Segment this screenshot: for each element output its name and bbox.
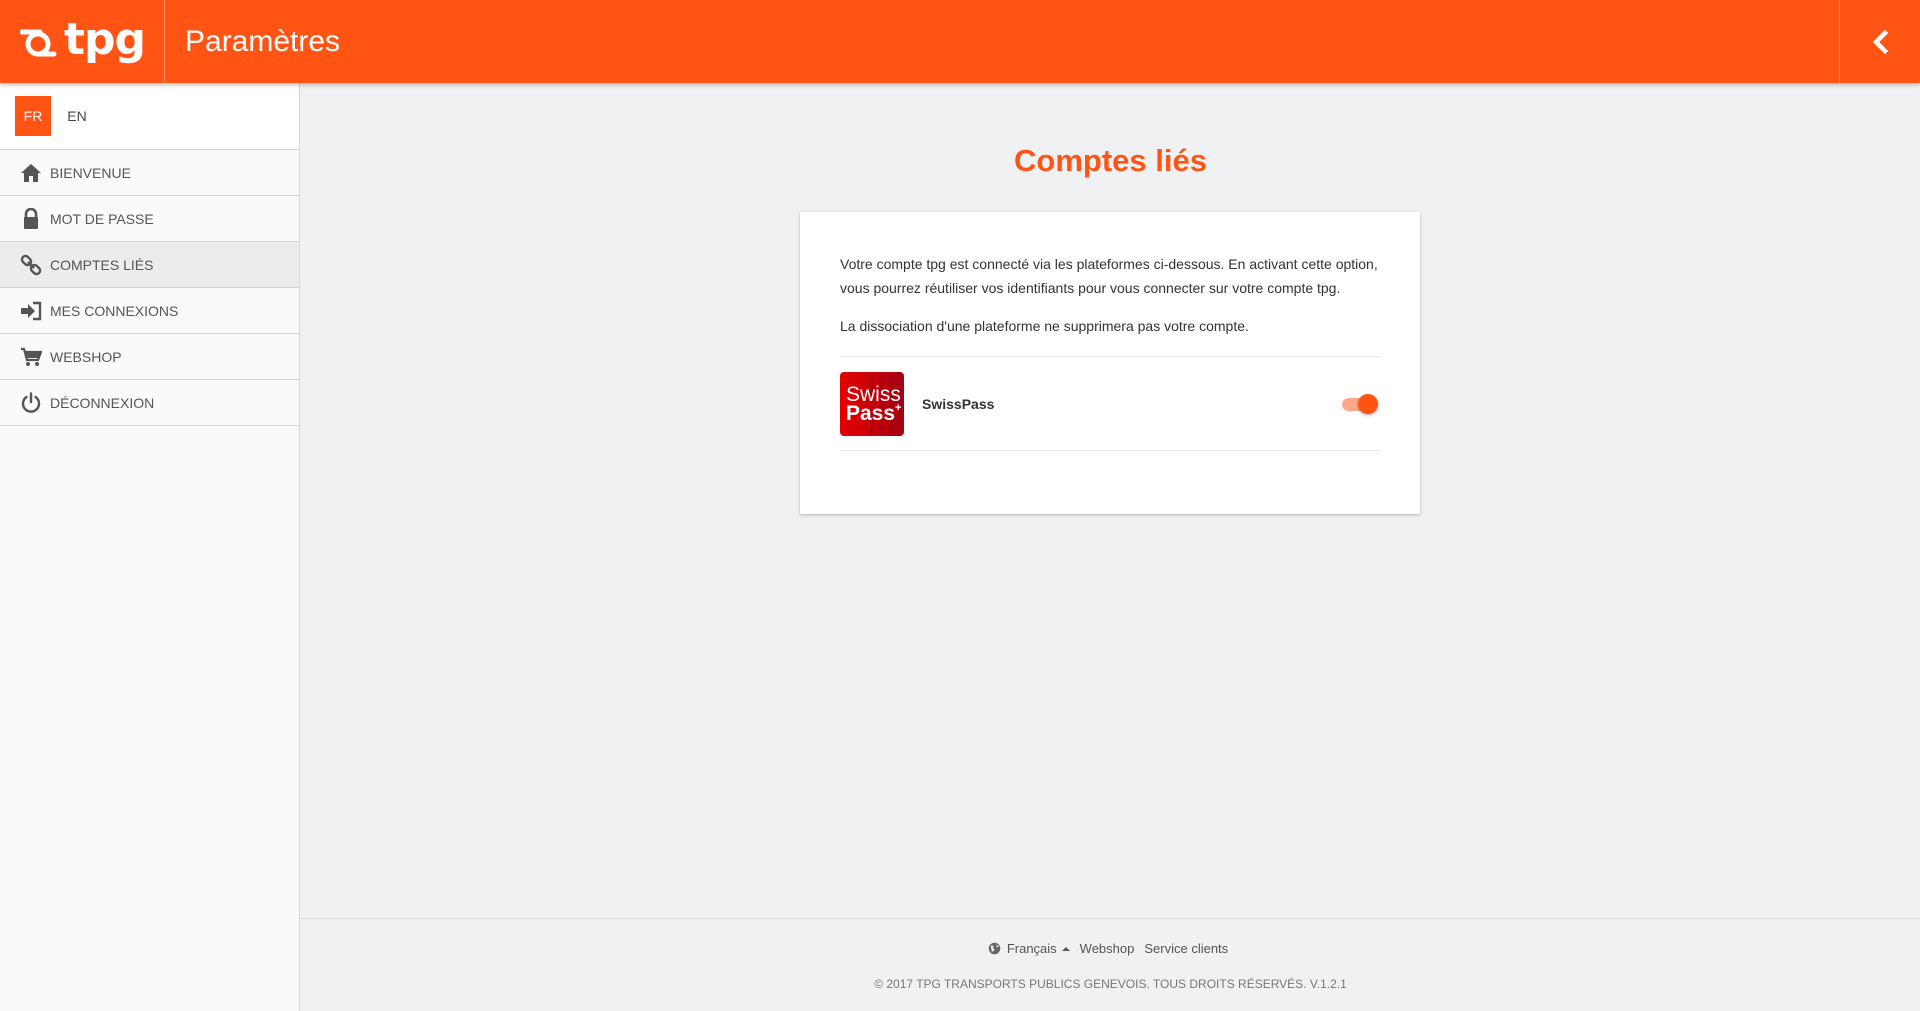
footer-link-service-clients[interactable]: Service clients (1144, 941, 1228, 956)
footer: Français Webshop Service clients © 2017 … (301, 918, 1920, 1011)
home-icon (20, 162, 42, 184)
footer-language-select[interactable]: Français (988, 941, 1070, 956)
power-icon (20, 391, 42, 414)
sidebar-item-label: BIENVENUE (50, 164, 131, 181)
sidebar-item-bienvenue[interactable]: BIENVENUE (0, 150, 299, 196)
globe-icon (988, 942, 1001, 955)
main-content: Comptes liés Votre compte tpg est connec… (301, 83, 1920, 918)
language-switcher: FR EN (0, 83, 299, 150)
swisspass-logo: Swiss Pass+ (840, 371, 904, 436)
sidebar-item-webshop[interactable]: WEBSHOP (0, 334, 299, 380)
account-name: SwissPass (922, 395, 995, 412)
sidebar-item-label: MOT DE PASSE (50, 210, 154, 227)
note-text: La dissociation d'une plateforme ne supp… (840, 318, 1249, 334)
lock-icon (20, 207, 42, 230)
sidebar-item-mes-connexions[interactable]: MES CONNEXIONS (0, 288, 299, 334)
sidebar-item-label: DÉCONNEXION (50, 394, 155, 411)
sidebar: FR EN BIENVENUE MOT DE PASSE COMPTES LIÉ… (0, 83, 300, 1011)
chevron-left-icon (1872, 29, 1889, 54)
tpg-logo-mark-icon (20, 29, 57, 56)
swisspass-logo-line2: Pass+ (846, 401, 902, 425)
language-fr[interactable]: FR (15, 96, 51, 136)
page-title: Paramètres (185, 24, 341, 58)
top-bar: tpg Paramètres (0, 0, 1920, 83)
back-button[interactable] (1839, 0, 1920, 83)
sidebar-item-label: MES CONNEXIONS (50, 302, 179, 319)
tpg-logo[interactable]: tpg (0, 0, 165, 83)
sidebar-item-deconnexion[interactable]: DÉCONNEXION (0, 380, 299, 426)
footer-links: Français Webshop Service clients (301, 941, 1920, 956)
linked-account-row: Swiss Pass+ SwissPass (840, 357, 1380, 451)
link-icon (20, 254, 42, 276)
caret-up-icon (1061, 946, 1070, 951)
logo-text: tpg (64, 13, 146, 65)
intro-text: Votre compte tpg est connecté via les pl… (840, 256, 1378, 296)
linked-accounts-card: Votre compte tpg est connecté via les pl… (800, 212, 1420, 514)
sidebar-item-comptes-lies[interactable]: COMPTES LIÉS (0, 242, 299, 288)
sidebar-item-label: COMPTES LIÉS (50, 256, 154, 273)
sign-in-icon (20, 300, 42, 322)
sidebar-item-label: WEBSHOP (50, 348, 122, 365)
cart-icon (20, 346, 42, 368)
swisspass-toggle[interactable] (1342, 393, 1378, 414)
language-en[interactable]: EN (59, 96, 95, 136)
copyright: © 2017 TPG TRANSPORTS PUBLICS GENEVOIS. … (874, 977, 1347, 991)
toggle-thumb (1358, 393, 1378, 414)
footer-language-label: Français (1006, 941, 1057, 956)
sidebar-item-mot-de-passe[interactable]: MOT DE PASSE (0, 196, 299, 242)
section-title: Comptes liés (1014, 143, 1207, 178)
footer-link-webshop[interactable]: Webshop (1080, 941, 1135, 956)
